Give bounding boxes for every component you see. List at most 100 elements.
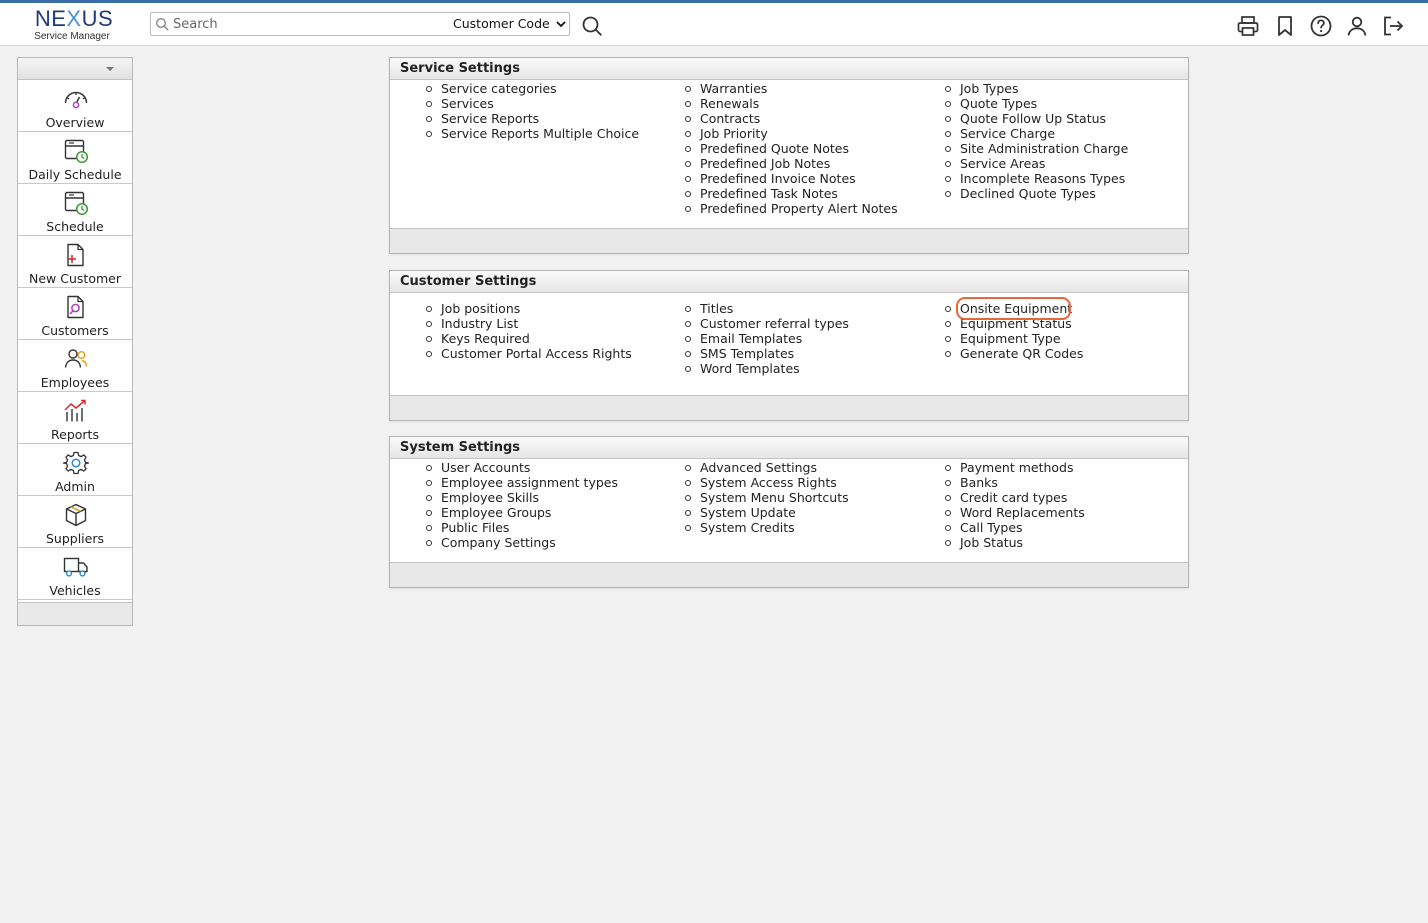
settings-link[interactable]: Job positions — [441, 301, 520, 316]
logo-wordmark: NEXUS — [34, 6, 114, 31]
settings-link[interactable]: Word Templates — [700, 361, 800, 376]
logo[interactable]: NEXUS Service Manager — [24, 7, 124, 45]
settings-link[interactable]: Predefined Property Alert Notes — [700, 201, 898, 216]
settings-link[interactable]: Employee Skills — [441, 490, 539, 505]
settings-link[interactable]: Customer referral types — [700, 316, 849, 331]
logout-icon[interactable] — [1381, 14, 1405, 38]
settings-link[interactable]: Generate QR Codes — [960, 346, 1083, 361]
settings-link[interactable]: System Access Rights — [700, 475, 837, 490]
list-item: Equipment Status — [945, 316, 1083, 331]
settings-link[interactable]: Job Types — [960, 81, 1018, 96]
settings-link[interactable]: SMS Templates — [700, 346, 794, 361]
settings-link[interactable]: User Accounts — [441, 460, 530, 475]
panel-footer — [390, 395, 1188, 420]
settings-link[interactable]: Public Files — [441, 520, 509, 535]
settings-link[interactable]: Service categories — [441, 81, 557, 96]
search-icon — [155, 17, 169, 31]
settings-link[interactable]: Predefined Job Notes — [700, 156, 830, 171]
service-settings-col-3: Job Types Quote Types Quote Follow Up St… — [945, 81, 1128, 201]
sidebar-item-reports[interactable]: Reports — [18, 392, 132, 444]
search-box: Customer Code — [150, 12, 570, 36]
list-item: Renewals — [685, 96, 898, 111]
settings-link[interactable]: Customer Portal Access Rights — [441, 346, 632, 361]
list-item: System Menu Shortcuts — [685, 490, 849, 505]
sidebar-item-label: Employees — [40, 375, 110, 390]
settings-link[interactable]: Job Priority — [700, 126, 768, 141]
settings-link[interactable]: Email Templates — [700, 331, 802, 346]
sidebar-collapse-toggle[interactable] — [18, 58, 132, 80]
settings-link[interactable]: Call Types — [960, 520, 1023, 535]
settings-link[interactable]: Job Status — [960, 535, 1023, 550]
settings-link[interactable]: Contracts — [700, 111, 760, 126]
settings-link[interactable]: Credit card types — [960, 490, 1067, 505]
sidebar-item-vehicles[interactable]: Vehicles — [18, 548, 132, 600]
box-icon — [65, 503, 87, 527]
panel-title: Customer Settings — [390, 271, 1188, 293]
settings-link[interactable]: Employee assignment types — [441, 475, 618, 490]
help-icon[interactable] — [1309, 14, 1333, 38]
sidebar-item-label: Suppliers — [45, 531, 104, 546]
settings-link[interactable]: System Update — [700, 505, 796, 520]
settings-link[interactable]: Service Reports Multiple Choice — [441, 126, 639, 141]
system-settings-col-1: User Accounts Employee assignment types … — [426, 460, 618, 550]
print-icon[interactable] — [1236, 14, 1260, 38]
settings-link[interactable]: Titles — [700, 301, 733, 316]
settings-link[interactable]: Company Settings — [441, 535, 556, 550]
list-item: Industry List — [426, 316, 632, 331]
list-item: Job positions — [426, 301, 632, 316]
settings-link[interactable]: Predefined Quote Notes — [700, 141, 849, 156]
sidebar-footer — [18, 602, 132, 625]
list-item: Public Files — [426, 520, 618, 535]
sidebar-item-employees[interactable]: Employees — [18, 340, 132, 392]
list-item: Banks — [945, 475, 1085, 490]
list-item: Incomplete Reasons Types — [945, 171, 1128, 186]
user-icon[interactable] — [1345, 14, 1369, 38]
settings-link[interactable]: Advanced Settings — [700, 460, 817, 475]
list-item: Payment methods — [945, 460, 1085, 475]
list-item: Service Charge — [945, 126, 1128, 141]
settings-link[interactable]: Declined Quote Types — [960, 186, 1096, 201]
settings-link[interactable]: Equipment Type — [960, 331, 1061, 346]
settings-link[interactable]: System Menu Shortcuts — [700, 490, 849, 505]
customer-settings-col-2: Titles Customer referral types Email Tem… — [685, 301, 849, 376]
panel-footer — [390, 228, 1188, 253]
list-item: Services — [426, 96, 639, 111]
settings-link[interactable]: Employee Groups — [441, 505, 551, 520]
service-settings-panel: Service Settings Service categories Serv… — [389, 57, 1189, 254]
sidebar-item-overview[interactable]: Overview — [18, 80, 132, 132]
list-item: Contracts — [685, 111, 898, 126]
settings-link[interactable]: Equipment Status — [960, 316, 1072, 331]
settings-link[interactable]: Incomplete Reasons Types — [960, 171, 1125, 186]
search-mode-select[interactable]: Customer Code — [453, 14, 569, 34]
search-input[interactable] — [173, 15, 443, 33]
settings-link-onsite-equipment[interactable]: Onsite Equipment — [960, 301, 1072, 316]
settings-link[interactable]: Payment methods — [960, 460, 1073, 475]
settings-link[interactable]: Predefined Invoice Notes — [700, 171, 856, 186]
settings-link[interactable]: Predefined Task Notes — [700, 186, 838, 201]
settings-link[interactable]: Warranties — [700, 81, 767, 96]
sidebar-item-suppliers[interactable]: Suppliers — [18, 496, 132, 548]
settings-link[interactable]: Quote Types — [960, 96, 1037, 111]
list-item: Service Reports — [426, 111, 639, 126]
sidebar-item-schedule[interactable]: Schedule — [18, 184, 132, 236]
sidebar-item-daily-schedule[interactable]: Daily Schedule — [18, 132, 132, 184]
sidebar-item-admin[interactable]: Admin — [18, 444, 132, 496]
settings-link[interactable]: Banks — [960, 475, 998, 490]
sidebar-item-new-customer[interactable]: New Customer — [18, 236, 132, 288]
sidebar-item-customers[interactable]: Customers — [18, 288, 132, 340]
settings-link[interactable]: Quote Follow Up Status — [960, 111, 1106, 126]
settings-link[interactable]: Service Reports — [441, 111, 539, 126]
settings-link[interactable]: Renewals — [700, 96, 759, 111]
settings-link[interactable]: Word Replacements — [960, 505, 1085, 520]
settings-link[interactable]: Services — [441, 96, 494, 111]
settings-link[interactable]: Service Charge — [960, 126, 1055, 141]
search-button[interactable] — [581, 15, 603, 37]
list-item: System Update — [685, 505, 849, 520]
settings-link[interactable]: Site Administration Charge — [960, 141, 1128, 156]
settings-link[interactable]: Keys Required — [441, 331, 530, 346]
panel-footer — [390, 562, 1188, 587]
settings-link[interactable]: Service Areas — [960, 156, 1045, 171]
settings-link[interactable]: Industry List — [441, 316, 518, 331]
bookmark-icon[interactable] — [1273, 14, 1297, 38]
settings-link[interactable]: System Credits — [700, 520, 795, 535]
